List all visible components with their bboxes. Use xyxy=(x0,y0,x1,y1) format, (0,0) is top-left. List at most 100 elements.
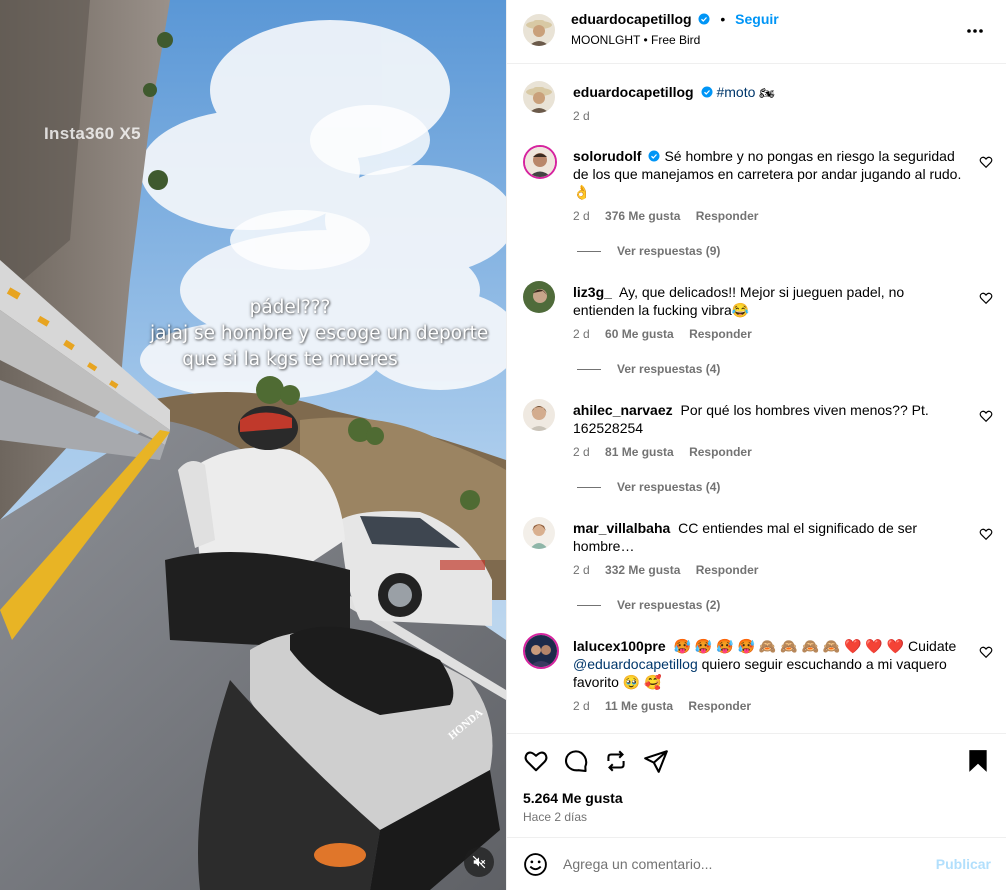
comment-text: Ay, que delicados!! Mejor si jueguen pad… xyxy=(573,284,905,318)
video-overlay-text: pádel??? jajaj se hombre y escoge un dep… xyxy=(150,295,489,373)
comment-body: mar_villalbaha CC entiendes mal el signi… xyxy=(573,519,969,555)
view-replies-button[interactable]: Ver respuestas (9) xyxy=(577,244,720,258)
verified-badge-icon xyxy=(648,150,660,162)
like-comment-heart-icon[interactable] xyxy=(979,645,993,659)
avatar-image xyxy=(525,635,557,667)
follow-button[interactable]: Seguir xyxy=(735,11,779,27)
commenter-avatar[interactable] xyxy=(523,517,555,549)
avatar-image xyxy=(523,14,555,46)
repost-icon[interactable] xyxy=(603,748,629,774)
more-options-icon[interactable] xyxy=(963,19,987,43)
comment-username[interactable]: liz3g_ xyxy=(573,284,612,300)
comment-likes[interactable]: 332 Me gusta xyxy=(605,563,680,577)
verified-badge-icon xyxy=(698,13,710,25)
comment-likes[interactable]: 81 Me gusta xyxy=(605,445,674,459)
caption-hashtag[interactable]: #moto xyxy=(716,84,755,100)
comment-meta: 2 d 11 Me gusta Responder xyxy=(573,699,763,713)
comment-time[interactable]: 2 d xyxy=(573,209,590,223)
caption-author-avatar[interactable] xyxy=(523,81,555,113)
comment-item: lalucex100pre 🥵 🥵 🥵 🥵 🙈 🙈 🙈 🙈 ❤️ ❤️ ❤️ C… xyxy=(507,633,1006,733)
view-replies-label: Ver respuestas (2) xyxy=(617,598,721,612)
overlay-line: pádel??? xyxy=(249,297,331,318)
post-header: eduardocapetillog • Seguir MOONLGHT • Fr… xyxy=(507,0,1006,64)
overlay-line: que si la kgs te mueres xyxy=(182,349,398,370)
avatar-image xyxy=(523,517,555,549)
reply-button[interactable]: Responder xyxy=(689,445,752,459)
post-time-ago[interactable]: Hace 2 días xyxy=(523,810,587,824)
reply-button[interactable]: Responder xyxy=(689,327,752,341)
avatar-image xyxy=(523,399,555,431)
verified-badge-icon xyxy=(701,86,713,98)
comment-likes[interactable]: 376 Me gusta xyxy=(605,209,680,223)
author-avatar[interactable] xyxy=(523,14,555,46)
comment-text: 🥵 🥵 🥵 🥵 🙈 🙈 🙈 🙈 ❤️ ❤️ ❤️ Cuidate xyxy=(673,638,957,654)
add-comment-bar: Publicar xyxy=(507,837,1006,890)
comment-body: ahilec_narvaez Por qué los hombres viven… xyxy=(573,401,969,437)
audio-track[interactable]: MOONLGHT • Free Bird xyxy=(571,33,700,47)
post-caption: eduardocapetillog #moto 🏍 2 d xyxy=(507,81,1006,141)
comment-body: liz3g_ Ay, que delicados!! Mejor si jueg… xyxy=(573,283,969,319)
like-comment-heart-icon[interactable] xyxy=(979,291,993,305)
comment-item: mar_villalbaha CC entiendes mal el signi… xyxy=(507,515,1006,633)
caption-time[interactable]: 2 d xyxy=(573,109,590,123)
comment-time[interactable]: 2 d xyxy=(573,445,590,459)
comment-item: ahilec_narvaez Por qué los hombres viven… xyxy=(507,397,1006,515)
mute-button[interactable] xyxy=(464,847,494,877)
camera-watermark: Insta360 X5 xyxy=(44,124,141,143)
caption-emoji: 🏍 xyxy=(759,86,775,100)
header-user-line: eduardocapetillog • Seguir xyxy=(571,11,779,27)
author-username[interactable]: eduardocapetillog xyxy=(571,11,692,27)
comment-time[interactable]: 2 d xyxy=(573,563,590,577)
comment-username[interactable]: lalucex100pre xyxy=(573,638,666,654)
comment-item: solorudolf Sé hombre y no pongas en riesg… xyxy=(507,143,1006,261)
commenter-avatar[interactable] xyxy=(523,399,555,431)
comment-username[interactable]: mar_villalbaha xyxy=(573,520,670,536)
post-media-video[interactable]: HONDA Insta360 X5 pádel??? jajaj se homb… xyxy=(0,0,506,890)
view-replies-button[interactable]: Ver respuestas (4) xyxy=(577,362,720,376)
comment-username[interactable]: ahilec_narvaez xyxy=(573,402,673,418)
share-send-icon[interactable] xyxy=(643,748,669,774)
like-comment-heart-icon[interactable] xyxy=(979,409,993,423)
comment-input[interactable] xyxy=(563,851,923,877)
post-details-panel: eduardocapetillog • Seguir MOONLGHT • Fr… xyxy=(506,0,1006,890)
comment-time[interactable]: 2 d xyxy=(573,327,590,341)
comment-likes[interactable]: 60 Me gusta xyxy=(605,327,674,341)
post-likes-count[interactable]: 5.264 Me gusta xyxy=(523,790,623,806)
like-heart-icon[interactable] xyxy=(523,748,549,774)
reply-button[interactable]: Responder xyxy=(688,699,751,713)
like-comment-heart-icon[interactable] xyxy=(979,527,993,541)
reply-button[interactable]: Responder xyxy=(696,563,759,577)
commenter-avatar[interactable] xyxy=(523,145,557,179)
commenter-avatar[interactable] xyxy=(523,633,559,669)
caption-meta: 2 d xyxy=(573,109,602,123)
view-replies-label: Ver respuestas (4) xyxy=(617,480,721,494)
comment-body: solorudolf Sé hombre y no pongas en riesg… xyxy=(573,147,969,201)
avatar-image xyxy=(523,81,555,113)
publish-comment-button[interactable]: Publicar xyxy=(936,856,991,872)
view-replies-button[interactable]: Ver respuestas (2) xyxy=(577,598,720,612)
comment-bubble-icon[interactable] xyxy=(563,748,589,774)
view-replies-label: Ver respuestas (4) xyxy=(617,362,721,376)
avatar-image xyxy=(523,281,555,313)
commenter-avatar[interactable] xyxy=(523,281,555,313)
comment-username[interactable]: solorudolf xyxy=(573,148,641,164)
view-replies-button[interactable]: Ver respuestas (4) xyxy=(577,480,720,494)
comment-meta: 2 d 376 Me gusta Responder xyxy=(573,209,770,223)
reply-button[interactable]: Responder xyxy=(696,209,759,223)
comments-list[interactable]: eduardocapetillog #moto 🏍 2 d solorudolf… xyxy=(507,65,1006,733)
comment-meta: 2 d 332 Me gusta Responder xyxy=(573,563,770,577)
post-actions: 5.264 Me gusta Hace 2 días xyxy=(507,733,1006,837)
like-comment-heart-icon[interactable] xyxy=(979,155,993,169)
comment-time[interactable]: 2 d xyxy=(573,699,590,713)
caption-username[interactable]: eduardocapetillog xyxy=(573,84,694,100)
overlay-line: jajaj se hombre y escoge un deporte xyxy=(150,323,489,344)
emoji-picker-icon[interactable] xyxy=(523,852,548,877)
comment-likes[interactable]: 11 Me gusta xyxy=(605,699,673,713)
comment-body: lalucex100pre 🥵 🥵 🥵 🥵 🙈 🙈 🙈 🙈 ❤️ ❤️ ❤️ C… xyxy=(573,637,969,691)
comment-item: liz3g_ Ay, que delicados!! Mejor si jueg… xyxy=(507,279,1006,397)
comment-meta: 2 d 60 Me gusta Responder xyxy=(573,327,764,341)
save-bookmark-icon[interactable] xyxy=(965,748,991,774)
comment-mention[interactable]: @eduardocapetillog xyxy=(573,656,698,672)
caption-body: eduardocapetillog #moto 🏍 xyxy=(573,83,969,102)
view-replies-label: Ver respuestas (9) xyxy=(617,244,721,258)
